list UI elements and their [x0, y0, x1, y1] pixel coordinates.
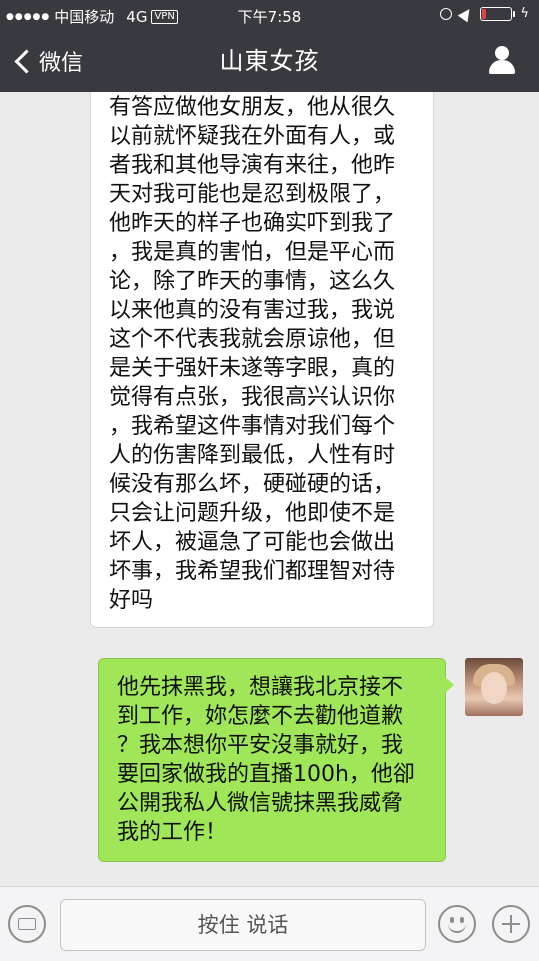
keyboard-icon	[18, 918, 36, 930]
battery-level	[482, 8, 487, 19]
avatar[interactable]	[465, 658, 523, 716]
battery-icon	[480, 6, 516, 21]
chat-title: 山東女孩	[219, 47, 320, 75]
incoming-message-text: 有答应做他女朋友，他从很久 以前就怀疑我在外面有人，或 者我和其他导演有来往，他…	[109, 95, 396, 613]
incoming-message-bubble[interactable]: 有答应做他女朋友，他从很久 以前就怀疑我在外面有人，或 者我和其他导演有来往，他…	[90, 92, 434, 628]
location-icon	[458, 5, 475, 22]
keyboard-toggle-button[interactable]	[8, 905, 46, 943]
status-bar: ●●●●● 中国移动 4G VPN 下午7:58 ϟ	[0, 0, 539, 30]
hold-to-talk-button[interactable]: 按住 说话	[60, 899, 426, 951]
more-options-button[interactable]	[492, 905, 530, 943]
rotation-lock-icon	[440, 7, 453, 20]
input-bar: 按住 说话	[0, 886, 539, 961]
profile-button[interactable]	[487, 46, 517, 76]
nav-bar: 微信 山東女孩	[0, 30, 539, 92]
outgoing-message-text: 他先抹黑我，想讓我北京接不 到工作，妳怎麼不去勸他道歉 ？我本想你平安沒事就好，…	[117, 675, 415, 845]
status-right: ϟ	[440, 5, 529, 22]
profile-icon	[495, 46, 509, 60]
charging-icon: ϟ	[520, 6, 529, 21]
chat-area[interactable]: 有答应做他女朋友，他从很久 以前就怀疑我在外面有人，或 者我和其他导演有来往，他…	[0, 92, 539, 886]
emoji-button[interactable]	[438, 905, 476, 943]
outgoing-message-bubble[interactable]: 他先抹黑我，想讓我北京接不 到工作，妳怎麼不去勸他道歉 ？我本想你平安沒事就好，…	[98, 658, 454, 862]
